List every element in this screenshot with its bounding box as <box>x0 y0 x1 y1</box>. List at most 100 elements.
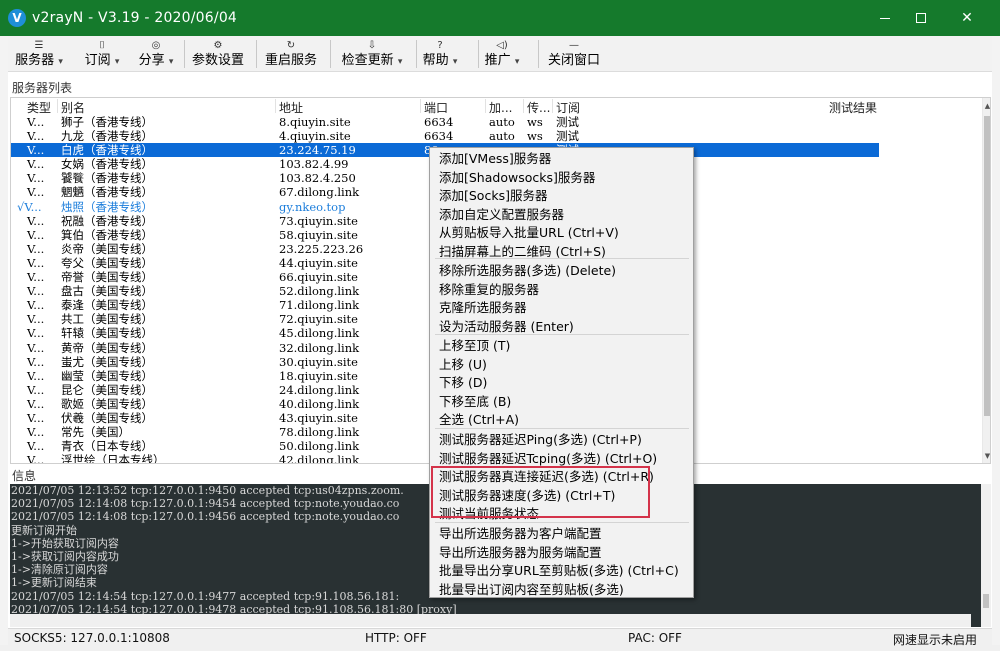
cell-port: 6634 <box>424 115 454 129</box>
cell-alias: 饕餮（香港专线） <box>61 171 153 186</box>
desktop-background-right <box>992 36 1000 651</box>
cell-address: 103.82.4.99 <box>279 157 349 172</box>
column-header-address[interactable]: 地址 <box>279 99 303 116</box>
cell-alias: 共工（美国专线） <box>61 312 153 327</box>
cell-subscription: 测试 <box>556 115 579 129</box>
column-header-encryption[interactable]: 加... <box>489 99 512 116</box>
cell-alias: 箕伯（香港专线） <box>61 227 153 242</box>
context-menu-item[interactable]: 测试服务器延迟Tcping(多选) (Ctrl+O) <box>439 450 657 468</box>
context-menu-item[interactable]: 克隆所选服务器 <box>439 299 527 317</box>
cell-address: 78.dilong.link <box>279 425 360 440</box>
context-menu-item[interactable]: 从剪贴板导入批量URL (Ctrl+V) <box>439 224 619 242</box>
context-menu-item[interactable]: 上移至顶 (T) <box>439 337 510 355</box>
context-menu-item[interactable]: 移除重复的服务器 <box>439 281 539 299</box>
toolbar-close-window-button[interactable]: — 关闭窗口 <box>542 36 606 72</box>
cell-address: 103.82.4.250 <box>279 171 356 186</box>
cell-type: V... <box>27 171 45 186</box>
status-bar: SOCKS5: 127.0.0.1:10808 HTTP: OFF PAC: O… <box>8 628 992 647</box>
server-list-header: 类型 别名 地址 端口 加... 传... 订阅 测试结果 <box>11 98 990 116</box>
context-menu-separator <box>435 334 689 335</box>
context-menu-item[interactable]: 批量导出订阅内容至剪贴板(多选) <box>439 581 624 599</box>
cell-alias: 青衣（日本专线） <box>61 439 153 454</box>
context-menu-item[interactable]: 添加[Shadowsocks]服务器 <box>439 169 595 187</box>
cell-address: 50.dilong.link <box>279 439 360 454</box>
app-logo-icon: V <box>8 9 26 27</box>
title-bar[interactable]: V v2rayN - V3.19 - 2020/06/04 ✕ <box>0 0 1000 36</box>
cell-alias: 女娲（香港专线） <box>61 157 153 172</box>
column-header-port[interactable]: 端口 <box>424 99 448 116</box>
column-header-test-result[interactable]: 测试结果 <box>829 99 877 116</box>
cell-subscription: 测试 <box>556 129 579 144</box>
log-horizontal-scrollbar[interactable] <box>10 614 971 627</box>
context-menu-item[interactable]: 测试服务器延迟Ping(多选) (Ctrl+P) <box>439 431 642 449</box>
context-menu-separator <box>435 428 689 429</box>
scrollbar-thumb[interactable] <box>983 594 989 608</box>
toolbar-divider <box>416 40 417 68</box>
context-menu-item[interactable]: 添加自定义配置服务器 <box>439 206 564 224</box>
cell-address: 72.qiuyin.site <box>279 312 358 327</box>
cell-type: V... <box>27 410 45 425</box>
status-speed: 网速显示未启用 <box>893 633 978 647</box>
cell-address: 45.dilong.link <box>279 326 360 341</box>
toolbar-share-button[interactable]: ◎ 分享 ▾ <box>136 36 176 72</box>
server-list-label: 服务器列表 <box>12 81 73 95</box>
cell-type: V... <box>27 439 45 454</box>
scroll-up-icon[interactable]: ▲ <box>983 100 990 112</box>
column-header-alias[interactable]: 别名 <box>61 99 85 116</box>
download-icon: ⇩ <box>367 40 377 51</box>
toolbar-promote-button[interactable]: ◁) 推广 ▾ <box>482 36 522 72</box>
cell-alias: 伏羲（美国专线） <box>61 410 153 425</box>
table-row[interactable]: V... 狮子（香港专线） 8.qiuyin.site 6634 auto ws 测试 <box>11 115 879 129</box>
cell-alias: 炎帝（美国专线） <box>61 241 153 256</box>
toolbar-restart-button[interactable]: ↻ 重启服务 <box>260 36 322 72</box>
column-header-type[interactable]: 类型 <box>27 99 51 116</box>
toolbar-promote-label: 推广 <box>484 53 511 68</box>
context-menu-item[interactable]: 批量导出分享URL至剪贴板(多选) (Ctrl+C) <box>439 562 679 580</box>
close-button[interactable]: ✕ <box>944 0 990 36</box>
help-icon: ? <box>437 40 443 51</box>
cell-address: 4.qiuyin.site <box>279 129 351 144</box>
cell-address: 40.dilong.link <box>279 396 360 411</box>
toolbar-servers-label: 服务器 <box>15 53 55 68</box>
column-divider <box>275 99 276 113</box>
cell-alias: 泰逢（美国专线） <box>61 298 153 313</box>
context-menu-item[interactable]: 导出所选服务器为服务端配置 <box>439 544 602 562</box>
column-header-transport[interactable]: 传... <box>527 99 550 116</box>
cell-address: 18.qiuyin.site <box>279 368 358 383</box>
toolbar-subscribe-button[interactable]: ⌷ 订阅 ▾ <box>82 36 122 72</box>
column-header-subscription[interactable]: 订阅 <box>556 99 580 116</box>
context-menu-item[interactable]: 下移至底 (B) <box>439 393 511 411</box>
cell-type: V... <box>27 129 45 144</box>
cell-alias: 歌姬（美国专线） <box>61 396 153 411</box>
context-menu-item[interactable]: 下移 (D) <box>439 374 487 392</box>
maximize-button[interactable] <box>898 0 944 36</box>
context-menu-item[interactable]: 上移 (U) <box>439 356 487 374</box>
table-row[interactable]: V... 九龙（香港专线） 4.qiuyin.site 6634 auto ws 测试 <box>11 129 879 143</box>
cell-address: 24.dilong.link <box>279 382 360 397</box>
toolbar-servers-button[interactable]: ☰ 服务器 ▾ <box>14 36 64 72</box>
context-menu-item[interactable]: 设为活动服务器 (Enter) <box>439 318 574 336</box>
toolbar-settings-label: 参数设置 <box>191 53 244 68</box>
cell-type: V... <box>27 340 45 355</box>
context-menu-item[interactable]: 导出所选服务器为客户端配置 <box>439 525 602 543</box>
toolbar-check-update-button[interactable]: ⇩ 检查更新 ▾ <box>334 36 410 72</box>
context-menu-item[interactable]: 移除所选服务器(多选) (Delete) <box>439 262 616 280</box>
toolbar-settings-button[interactable]: ⚙ 参数设置 <box>188 36 248 72</box>
cell-address: 71.dilong.link <box>279 298 360 313</box>
desktop-background-left <box>0 36 8 651</box>
log-scrollbar[interactable] <box>981 484 991 627</box>
scrollbar-thumb[interactable] <box>984 116 990 416</box>
cell-address: 58.qiuyin.site <box>279 227 358 242</box>
context-menu-item[interactable]: 全选 (Ctrl+A) <box>439 411 519 429</box>
server-list-scrollbar[interactable]: ▲ ▼ <box>982 98 990 463</box>
cell-alias: 九龙（香港专线） <box>61 129 153 144</box>
context-menu-item[interactable]: 添加[Socks]服务器 <box>439 187 547 205</box>
cell-address: 52.dilong.link <box>279 284 360 299</box>
context-menu-separator <box>435 522 689 523</box>
chevron-down-icon: ▾ <box>168 57 174 67</box>
scroll-down-icon[interactable]: ▼ <box>983 450 990 462</box>
context-menu-item[interactable]: 添加[VMess]服务器 <box>439 150 551 168</box>
toolbar-help-button[interactable]: ? 帮助 ▾ <box>420 36 460 72</box>
cell-address: 66.qiuyin.site <box>279 270 358 285</box>
cell-type: V... <box>27 185 45 200</box>
